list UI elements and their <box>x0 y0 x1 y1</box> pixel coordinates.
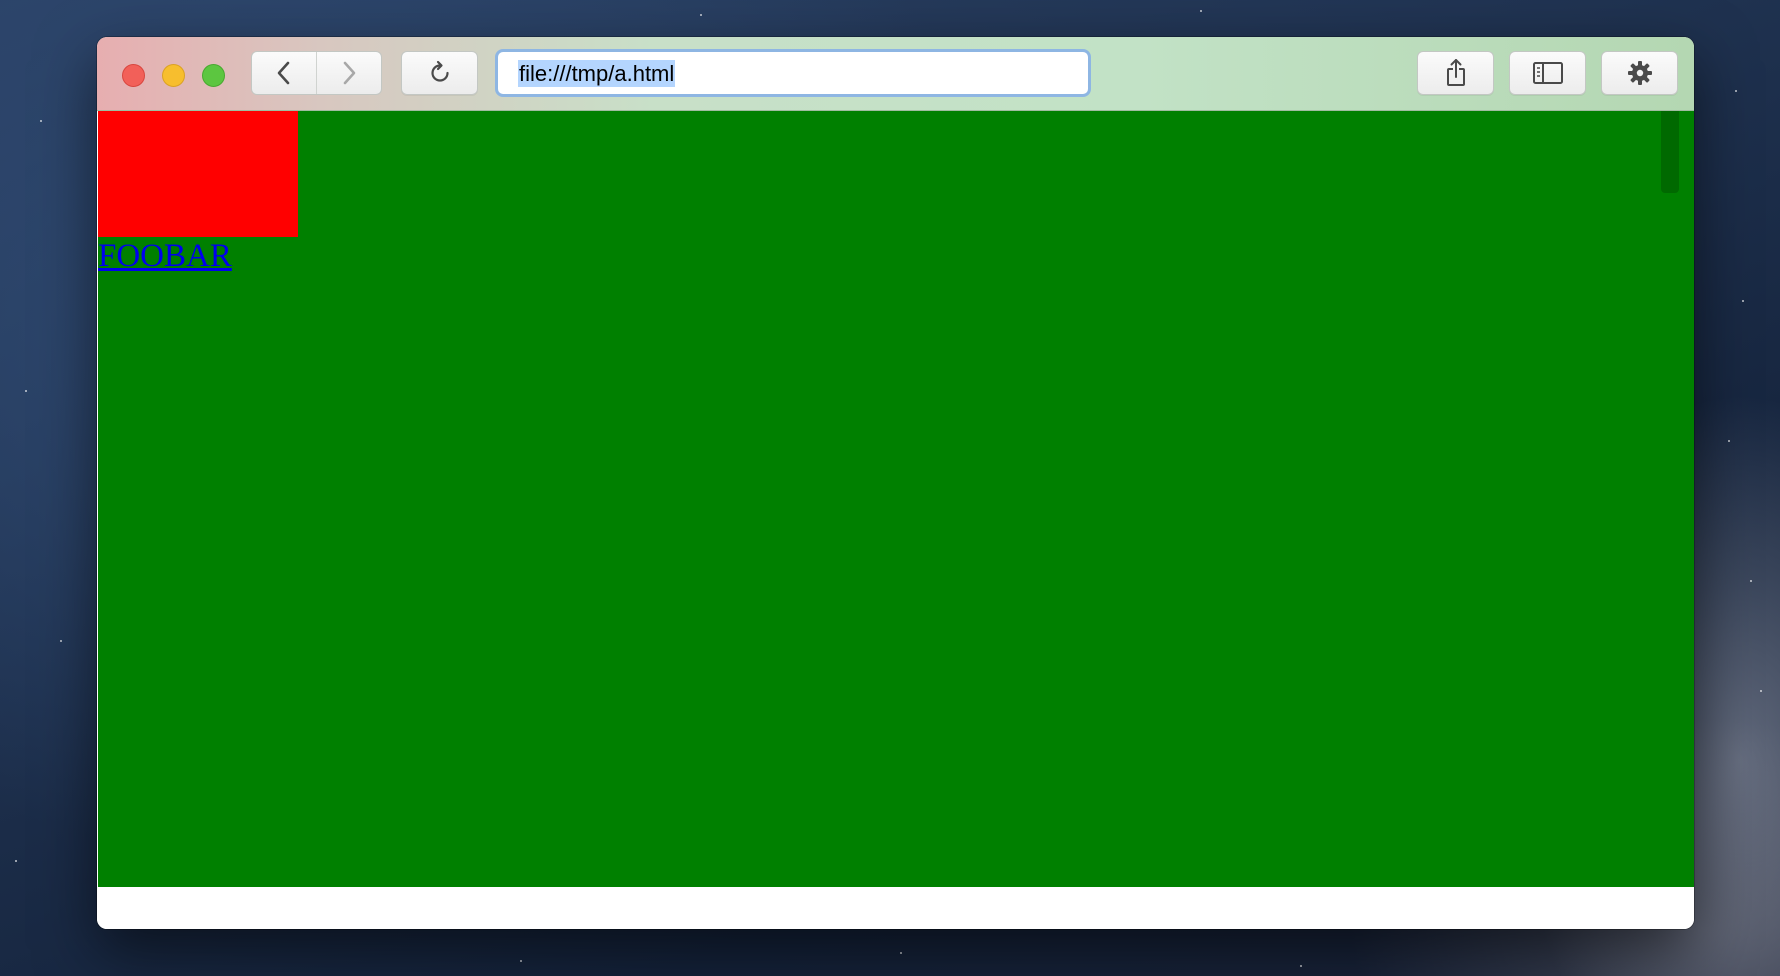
sidebar-icon <box>1532 62 1563 84</box>
foobar-link[interactable]: FOOBAR <box>98 238 232 274</box>
share-icon <box>1446 59 1465 86</box>
browser-window: file:///tmp/a.html FOOBAR <box>97 37 1694 929</box>
chevron-left-icon <box>277 61 290 85</box>
back-button[interactable] <box>252 52 316 94</box>
reload-button[interactable] <box>401 51 478 95</box>
reload-icon <box>430 60 449 82</box>
browser-toolbar: file:///tmp/a.html <box>97 37 1694 111</box>
chevron-right-icon <box>343 61 356 85</box>
forward-button[interactable] <box>316 52 381 94</box>
navigation-buttons <box>251 51 382 95</box>
red-box <box>98 111 298 237</box>
settings-button[interactable] <box>1601 51 1678 95</box>
gear-icon <box>1627 61 1652 85</box>
share-button[interactable] <box>1417 51 1494 95</box>
page-content: FOOBAR <box>98 111 1694 887</box>
zoom-window-button[interactable] <box>202 64 225 87</box>
address-bar[interactable]: file:///tmp/a.html <box>495 49 1091 97</box>
address-url-text: file:///tmp/a.html <box>518 59 676 87</box>
minimize-window-button[interactable] <box>162 64 185 87</box>
window-bottom-area <box>97 887 1694 929</box>
scrollbar-thumb[interactable] <box>1661 111 1679 193</box>
sidebar-button[interactable] <box>1509 51 1586 95</box>
close-window-button[interactable] <box>122 64 145 87</box>
